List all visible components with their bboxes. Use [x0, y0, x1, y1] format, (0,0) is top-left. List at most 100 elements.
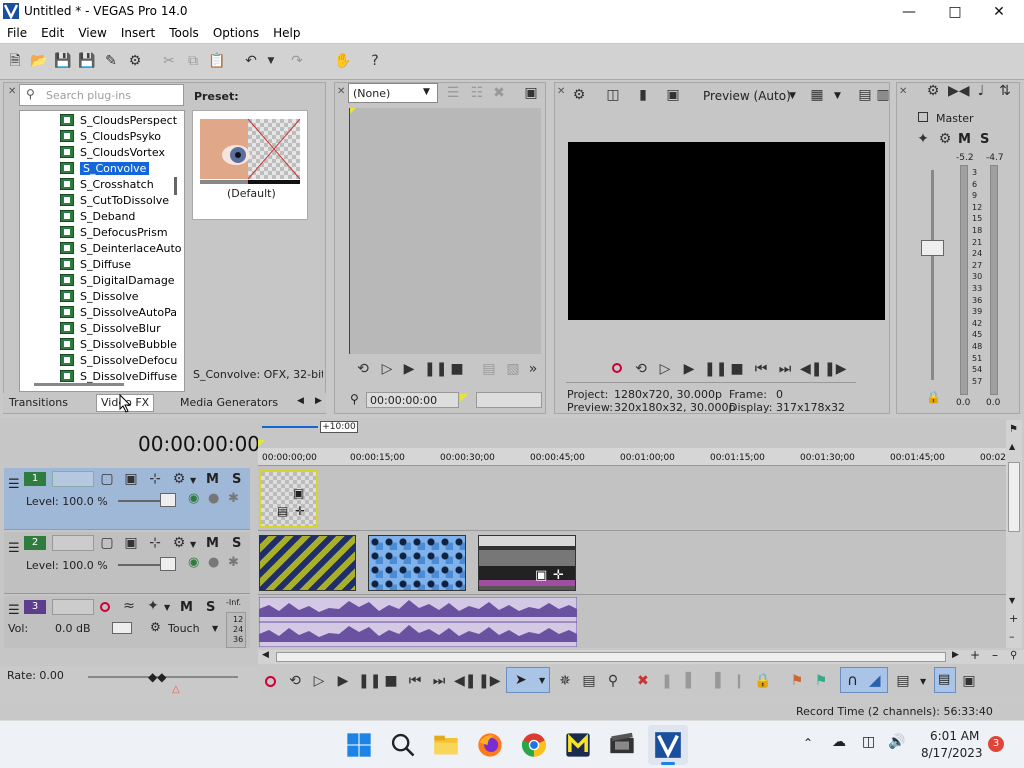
external-monitor-icon[interactable]: ◫ — [604, 86, 622, 104]
master-close-icon[interactable]: ✕ — [899, 86, 907, 97]
track-fx-icon[interactable]: ⚙ — [170, 534, 188, 552]
properties-icon[interactable]: ⚙ — [126, 52, 144, 70]
preview-quality-select[interactable]: Preview (Auto) — [703, 89, 791, 103]
timeline-hscrollbar[interactable]: ◀ ▶ + – ⚲ — [258, 648, 1024, 664]
next-frame-icon[interactable]: ❚▶ — [478, 672, 501, 690]
insert-marker-icon[interactable]: ⚑ — [788, 672, 806, 690]
scroll-down-icon[interactable]: ▼ — [1009, 596, 1015, 605]
track-fx-icon[interactable]: ⚙ — [170, 470, 188, 488]
list-item-selected[interactable]: S_Convolve — [60, 160, 150, 176]
level-slider-handle[interactable] — [160, 557, 176, 571]
loop-icon[interactable]: ⟲ — [632, 360, 650, 378]
redo-icon[interactable]: ↷ — [288, 52, 306, 70]
play-icon[interactable]: ▶ — [400, 360, 418, 378]
parent-icon[interactable]: ● — [208, 491, 219, 506]
menu-options[interactable]: Options — [206, 23, 266, 43]
solo-button[interactable]: S — [232, 536, 241, 551]
volume-icon[interactable]: 🔊 — [888, 734, 905, 750]
minimize-button[interactable]: — — [886, 0, 932, 23]
video-clip-convolve[interactable]: ▣ ▤ ✛ — [259, 470, 318, 528]
automation-icon[interactable]: ⚙ — [150, 620, 161, 634]
loop-icon[interactable]: ⟲ — [286, 672, 304, 690]
hscroll-thumb[interactable] — [276, 652, 946, 662]
split-icon[interactable]: ❙ — [730, 672, 748, 690]
zoom-tool-icon[interactable]: ⚲ — [604, 672, 622, 690]
mute-button[interactable]: M — [206, 536, 219, 551]
file-explorer-icon[interactable] — [432, 731, 460, 759]
paste-icon[interactable]: 📋 — [208, 52, 226, 70]
help-icon[interactable]: ? — [366, 52, 384, 70]
copy-icon[interactable]: ⧉ — [184, 52, 202, 70]
chevron-up-icon[interactable]: ⌃ — [803, 736, 813, 750]
parent-icon[interactable]: ● — [208, 555, 219, 570]
more-icon[interactable]: » — [524, 360, 542, 378]
list-item[interactable]: S_DissolveBubble — [60, 336, 177, 352]
add-to-timeline-icon[interactable]: ▤ — [480, 360, 498, 378]
tree-scrollbar-thumb[interactable] — [174, 177, 177, 195]
automation-mode[interactable]: Touch — [168, 622, 200, 635]
preset-thumbnail[interactable]: (Default) — [192, 110, 308, 220]
save-icon[interactable]: 💾 — [54, 52, 72, 70]
vscroll-thumb[interactable] — [1008, 462, 1020, 532]
go-to-start-icon[interactable]: ⏮ — [406, 672, 424, 690]
zoom-out-time-icon[interactable]: – — [992, 648, 998, 662]
zoom-in-icon[interactable]: + — [1009, 612, 1018, 625]
mute-button[interactable]: M — [180, 600, 193, 615]
go-to-end-icon[interactable]: ⏭ — [776, 360, 794, 378]
overlays-icon[interactable]: ▣ — [664, 86, 682, 104]
scroll-right-icon[interactable]: ▶ — [952, 650, 959, 660]
loop-region[interactable] — [262, 426, 318, 428]
insert-region-icon[interactable]: ⚑ — [812, 672, 830, 690]
monitor-icon[interactable]: ◫ — [862, 734, 875, 750]
master-fx-icon[interactable]: ✦ — [914, 130, 932, 148]
solo-button[interactable]: S — [232, 472, 241, 487]
track-motion-icon[interactable]: ▢ — [98, 534, 116, 552]
track-name-input[interactable] — [52, 535, 94, 551]
split-screen-icon[interactable]: ▮ — [634, 86, 652, 104]
menu-view[interactable]: View — [71, 23, 113, 43]
plugin-search-input[interactable]: ⚲ Search plug-ins — [19, 84, 184, 106]
copy-snapshot-icon[interactable]: ▤ — [856, 86, 874, 104]
maximize-button[interactable]: □ — [932, 0, 978, 23]
audio-clip-waveform[interactable] — [259, 597, 577, 647]
zoom-out-icon[interactable]: – — [1009, 630, 1015, 643]
list-item[interactable]: S_CutToDissolve — [60, 192, 169, 208]
play-icon[interactable]: ▶ — [334, 672, 352, 690]
list-item[interactable]: S_CloudsPerspect — [60, 112, 177, 128]
scroll-left-icon[interactable]: ◀ — [262, 650, 269, 660]
grid-icon[interactable]: ▦ — [808, 86, 826, 104]
level-slider-handle[interactable] — [160, 493, 176, 507]
play-from-start-icon[interactable]: ▷ — [310, 672, 328, 690]
collapse-icon[interactable]: ☰ — [8, 603, 20, 618]
record-icon[interactable] — [612, 363, 622, 373]
track-fx-icon[interactable]: ✦ — [144, 597, 162, 615]
windows-start-icon[interactable] — [345, 731, 373, 759]
trim-icon[interactable]: ❚ — [658, 672, 676, 690]
mute-button[interactable]: M — [206, 472, 219, 487]
tab-media-generators[interactable]: Media Generators — [180, 396, 278, 409]
menu-tools[interactable]: Tools — [162, 23, 206, 43]
list-item[interactable]: S_Dissolve — [60, 288, 139, 304]
solo-button[interactable]: S — [206, 600, 215, 615]
tab-scroll-left-icon[interactable]: ◀ — [297, 396, 304, 406]
trimmer-view[interactable] — [349, 108, 541, 354]
preview-close-icon[interactable]: ✕ — [557, 86, 565, 97]
move-icon[interactable]: ✛ — [295, 504, 305, 518]
network-icon[interactable]: ☁ — [832, 734, 846, 750]
list-item[interactable]: S_DeinterlaceAuto — [60, 240, 182, 256]
dim-icon[interactable]: ♩ — [972, 82, 990, 100]
menu-edit[interactable]: Edit — [34, 23, 71, 43]
list-item[interactable]: S_Diffuse — [60, 256, 131, 272]
child-icon[interactable]: ✱ — [228, 491, 239, 506]
go-to-start-icon[interactable]: ⏮ — [752, 360, 770, 378]
list-item[interactable]: S_DissolveDefocu — [60, 352, 177, 368]
list-item[interactable]: S_DissolveAutoPa — [60, 304, 177, 320]
enable-snapping-icon[interactable]: ✋ — [334, 52, 352, 70]
firefox-icon[interactable] — [476, 731, 504, 759]
stop-icon[interactable]: ■ — [448, 360, 466, 378]
track-name-input[interactable] — [52, 599, 94, 615]
pan-crop-icon[interactable]: ▣ — [122, 534, 140, 552]
tree-hscrollbar-thumb[interactable] — [34, 383, 124, 386]
panel-close-icon[interactable]: ✕ — [8, 86, 16, 97]
crop-icon[interactable]: ▣ — [535, 568, 547, 583]
